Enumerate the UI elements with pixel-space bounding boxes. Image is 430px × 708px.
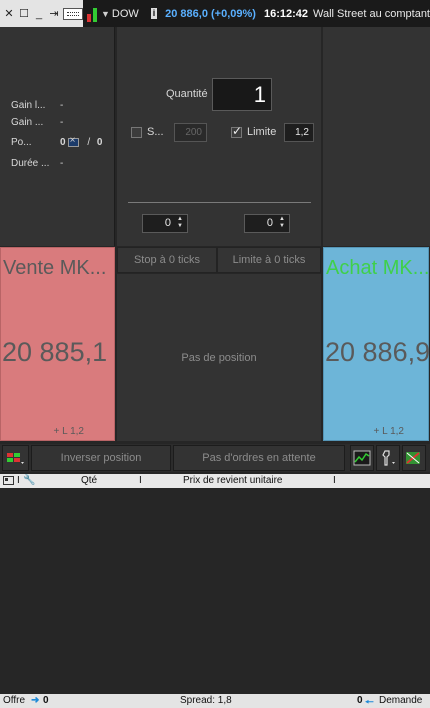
stop-input[interactable]: 200 <box>174 123 207 142</box>
spread-value: Spread: 1,8 <box>180 695 232 706</box>
demand-label: Demande <box>379 695 423 706</box>
limit-ticks-stepper[interactable]: 0 ▲ ▼ <box>244 214 290 233</box>
order-ticket-panel: Quantité 1 S... 200 Limite 1,2 0 ▲▼ 0 ▲▼ <box>117 27 321 246</box>
stepper-arrows-icon[interactable]: ▲ ▼ <box>277 216 287 231</box>
positions-table-body <box>0 488 430 694</box>
link-button[interactable] <box>402 445 426 471</box>
table-icon[interactable] <box>3 475 15 489</box>
column-separator: I <box>333 475 336 486</box>
wrench-icon[interactable]: 🔧 <box>23 475 35 486</box>
gain-row-1: Gain l... - <box>11 100 63 111</box>
arrow-left-icon: 🠔 <box>365 697 374 708</box>
right-panel <box>323 27 430 246</box>
duration-row: Durée ... - <box>11 158 63 169</box>
grid-layout-button[interactable] <box>2 445 29 471</box>
limit-ticks-value: 0 <box>266 217 273 229</box>
info-icon[interactable]: i <box>150 8 158 19</box>
buy-price: 20 886,9 <box>325 337 430 367</box>
market-name: Wall Street au comptant <box>313 7 430 20</box>
position-total: 0 <box>96 137 103 148</box>
stop-ticks-button[interactable]: Stop à 0 ticks <box>117 247 217 273</box>
top-bar: ✕ ☐ _ ⇥ ▼ DOW i 20 886,0 (+0,09%) 16:12:… <box>0 0 430 27</box>
position-value: 0 <box>60 137 66 148</box>
quantity-input[interactable]: 1 <box>212 78 272 111</box>
arrow-right-icon: ➜ <box>31 695 40 706</box>
flatten-icon[interactable] <box>67 135 79 147</box>
column-qty[interactable]: Qté <box>81 475 97 486</box>
position-label: Po... <box>11 137 32 148</box>
keyboard-icon[interactable] <box>63 7 83 20</box>
gain-value-1: - <box>60 100 64 111</box>
chart-button[interactable] <box>350 445 374 471</box>
column-separator: I <box>139 475 142 486</box>
sell-title: Vente MK... <box>3 257 107 279</box>
action-row: Inverser position Pas d'ordres en attent… <box>0 444 430 472</box>
link-icon <box>406 452 420 464</box>
no-position-text: Pas de position <box>181 352 257 364</box>
settings-button[interactable] <box>376 445 400 471</box>
offer-value: 0 <box>43 695 49 706</box>
stepper-arrows-icon[interactable]: ▲ ▼ <box>175 216 185 231</box>
gain-row-2: Gain ... - <box>11 117 63 128</box>
limit-label: Limite <box>247 126 277 138</box>
sell-limit-offset: + L 1,2 <box>53 426 85 437</box>
duration-label: Durée ... <box>11 158 50 169</box>
offer-label: Offre <box>3 695 26 706</box>
maximize-icon[interactable]: ☐ <box>18 7 30 20</box>
position-stats-panel: Gain l... - Gain ... - Po... 0 / 0 Durée ..… <box>0 27 115 246</box>
close-icon[interactable]: ✕ <box>3 7 15 20</box>
ticket-divider <box>128 202 311 203</box>
candlestick-icon[interactable] <box>87 6 97 22</box>
sell-market-button[interactable]: Vente MK... 20 885,1 + L 1,2 <box>0 247 115 441</box>
demand-value: 0 <box>357 695 363 706</box>
window-controls: ✕ ☐ _ ⇥ <box>0 0 83 27</box>
gain-value-2: - <box>60 117 64 128</box>
buy-limit-offset: + L 1,2 <box>373 426 405 437</box>
position-separator: / <box>87 137 91 148</box>
pending-orders-button[interactable]: Pas d'ordres en attente <box>173 445 345 471</box>
grid-icon <box>7 453 24 464</box>
stop-checkbox[interactable] <box>131 127 142 138</box>
limit-checkbox[interactable] <box>231 124 242 138</box>
chart-icon <box>353 450 371 466</box>
status-footer: Offre ➜ 0 Spread: 1,8 0 🠔 Demande <box>0 694 430 708</box>
minimize-icon[interactable]: _ <box>33 8 45 20</box>
stop-label: S... <box>147 126 164 138</box>
quantity-label: Quantité <box>166 88 208 100</box>
reverse-position-button[interactable]: Inverser position <box>31 445 171 471</box>
gain-label-2: Gain ... <box>11 117 44 128</box>
column-unit-cost[interactable]: Prix de revient unitaire <box>183 475 283 486</box>
clock: 16:12:42 <box>263 7 309 20</box>
wrench-icon <box>382 450 395 466</box>
column-separator: I <box>17 475 20 486</box>
position-area: Pas de position <box>117 274 321 441</box>
positions-table-header: I 🔧 Qté I Prix de revient unitaire I <box>0 474 430 488</box>
position-row: Po... 0 / 0 <box>11 135 103 148</box>
gain-label-1: Gain l... <box>11 100 46 111</box>
stop-ticks-stepper[interactable]: 0 ▲ ▼ <box>142 214 188 233</box>
duration-value: - <box>60 158 64 169</box>
instrument-name[interactable]: DOW <box>112 8 139 20</box>
buy-title: Achat MK... <box>326 257 430 279</box>
limit-ticks-button[interactable]: Limite à 0 ticks <box>217 247 321 273</box>
sell-price: 20 885,1 <box>2 337 108 367</box>
stop-ticks-value: 0 <box>164 217 171 229</box>
instrument-dropdown-icon[interactable]: ▼ <box>101 9 110 19</box>
pin-icon[interactable]: ⇥ <box>48 7 60 20</box>
instrument-price: 20 886,0 (+0,09%) <box>165 7 256 20</box>
buy-market-button[interactable]: Achat MK... 20 886,9 + L 1,2 <box>323 247 430 441</box>
limit-input[interactable]: 1,2 <box>284 123 314 142</box>
